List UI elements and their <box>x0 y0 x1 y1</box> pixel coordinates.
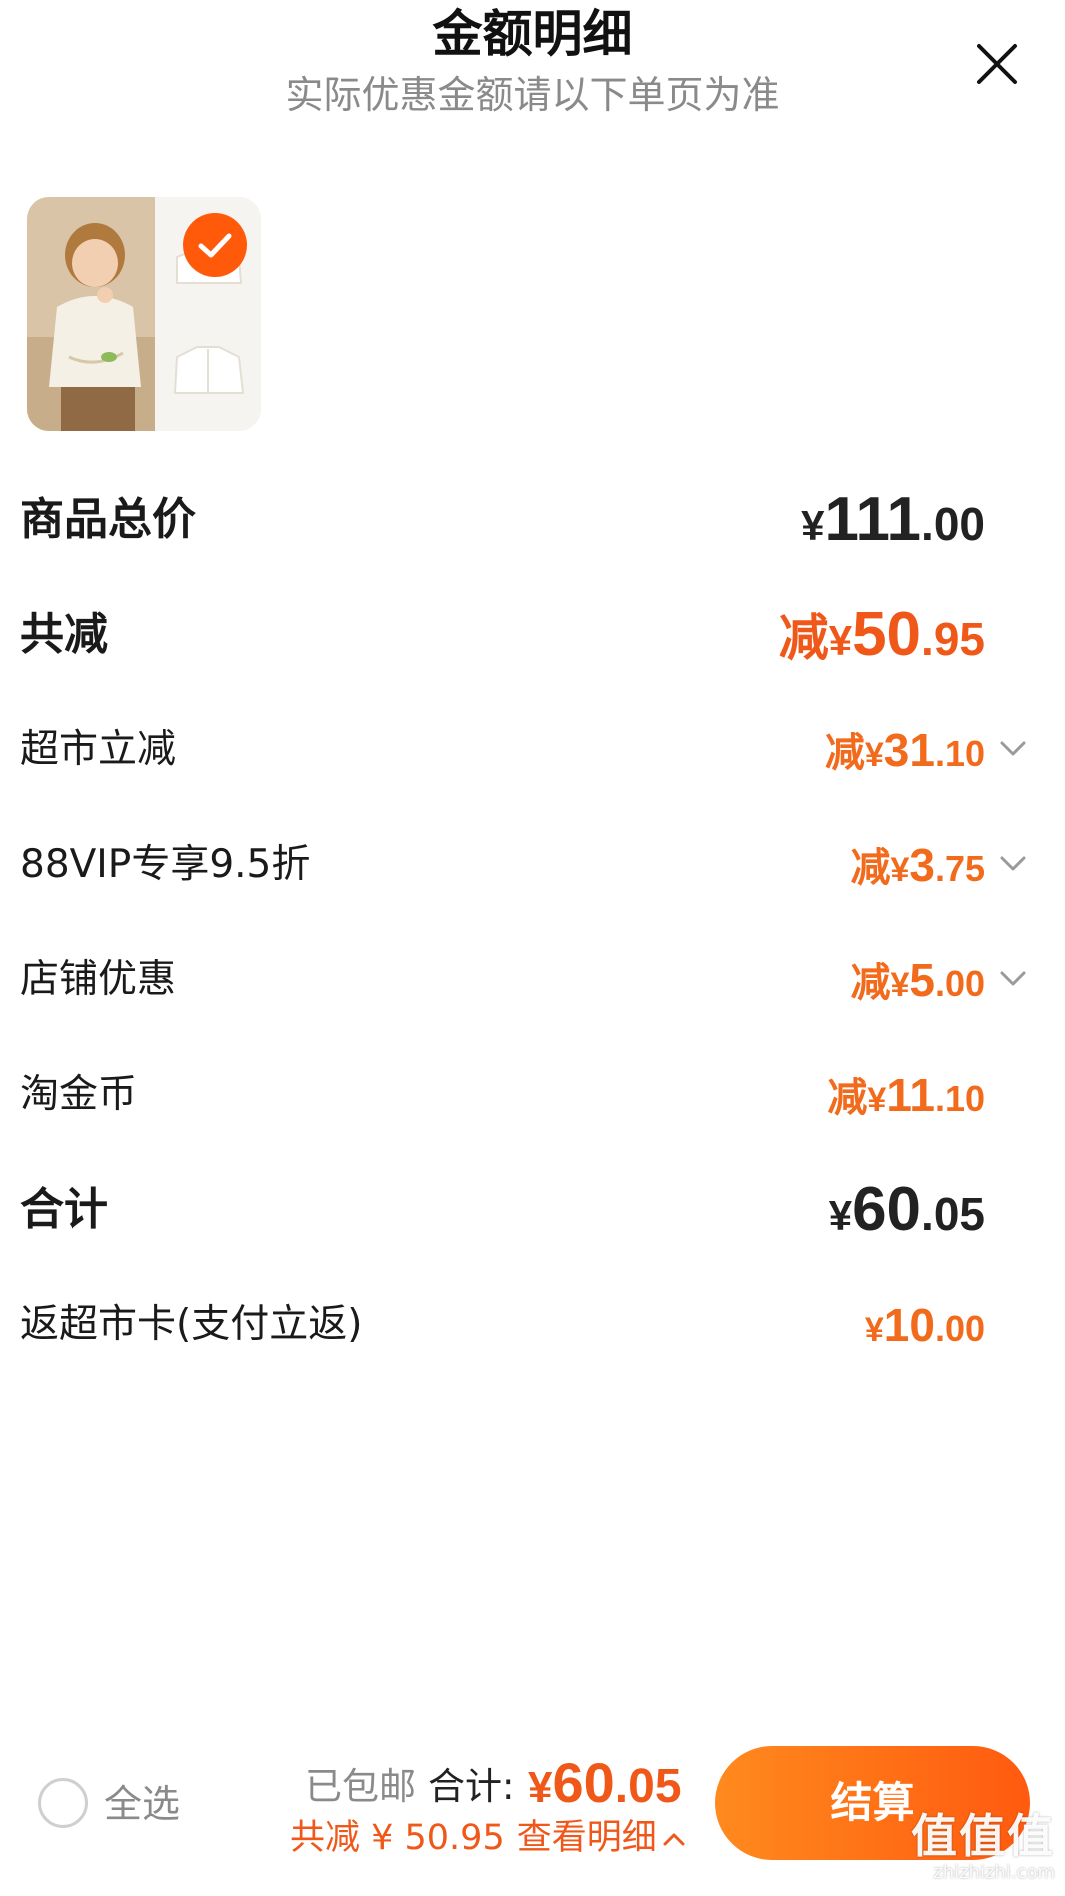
row-amount: 减¥50.95 <box>778 600 985 669</box>
row-sum: 合计 ¥60.05 <box>0 1170 1065 1250</box>
row-amount: 减¥31.10 <box>824 724 985 776</box>
row-amount: ¥111.00 <box>801 485 985 554</box>
row-label: 商品总价 <box>20 494 196 545</box>
chevron-down-icon[interactable] <box>999 968 1027 990</box>
row-label: 返超市卡(支付立返) <box>20 1302 363 1347</box>
close-button[interactable] <box>969 36 1025 92</box>
shipping-status: 已包邮 <box>305 1765 416 1808</box>
close-icon <box>977 44 1017 84</box>
row-amount: ¥60.05 <box>828 1175 985 1244</box>
row-cashback-card: 返超市卡(支付立返) ¥10.00 <box>0 1285 1065 1365</box>
row-label: 合计 <box>20 1184 108 1235</box>
select-all-label[interactable]: 全选 <box>104 1780 180 1828</box>
row-coin-discount: 淘金币 减¥11.10 <box>0 1055 1065 1135</box>
page-title: 金额明细 <box>432 5 633 63</box>
saved-summary[interactable]: 共减 ¥ 50.95 查看明细 <box>290 1812 685 1864</box>
row-vip-discount[interactable]: 88VIP专享9.5折 减¥3.75 <box>0 825 1065 905</box>
saved-amount: 共减 ¥ 50.95 <box>290 1818 505 1858</box>
select-all-radio[interactable] <box>38 1778 88 1828</box>
total-label: 合计: <box>428 1765 515 1808</box>
row-amount: 减¥11.10 <box>827 1069 985 1121</box>
chevron-down-icon[interactable] <box>999 853 1027 875</box>
row-amount: 减¥3.75 <box>850 839 985 891</box>
row-total-discount: 共减 减¥50.95 <box>0 595 1065 675</box>
chevron-down-icon[interactable] <box>999 738 1027 760</box>
product-check[interactable] <box>183 213 247 277</box>
watermark: 值值值 zhizhizhi.com <box>911 1810 1055 1884</box>
page-subtitle: 实际优惠金额请以下单页为准 <box>285 73 780 117</box>
row-label: 88VIP专享9.5折 <box>20 842 311 887</box>
row-shop-discount[interactable]: 店铺优惠 减¥5.00 <box>0 940 1065 1020</box>
watermark-text: 值值值 <box>911 1809 1055 1863</box>
view-detail-link[interactable]: 查看明细 <box>517 1818 657 1858</box>
check-icon <box>198 233 232 258</box>
row-label: 店铺优惠 <box>20 957 177 1002</box>
row-label: 超市立减 <box>20 727 177 772</box>
row-supermarket-discount[interactable]: 超市立减 减¥31.10 <box>0 710 1065 790</box>
chevron-up-icon[interactable] <box>663 1831 685 1847</box>
row-label: 共减 <box>20 609 108 660</box>
row-amount: 减¥5.00 <box>850 954 985 1006</box>
row-label: 淘金币 <box>20 1072 138 1117</box>
row-total-price: 商品总价 ¥111.00 <box>0 480 1065 560</box>
watermark-url: zhizhizhi.com <box>933 1862 1055 1883</box>
row-amount: ¥10.00 <box>864 1299 985 1351</box>
